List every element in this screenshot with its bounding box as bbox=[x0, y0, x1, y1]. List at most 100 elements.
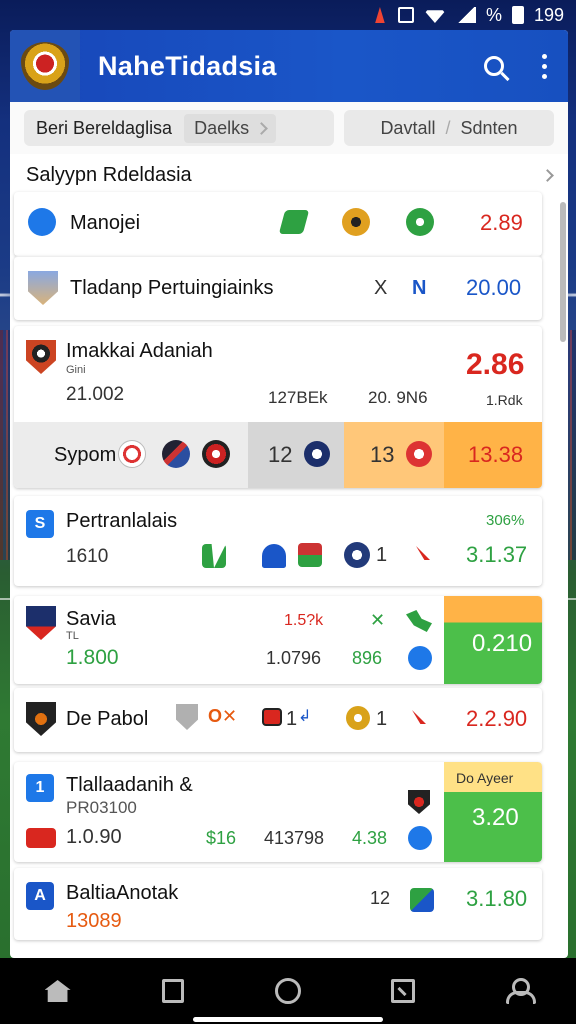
list-item[interactable]: 1 Tlallaadanih & PR03100 1.0.90 $16 4137… bbox=[14, 762, 542, 862]
team-crest-icon bbox=[28, 271, 58, 305]
filter-chip-primary[interactable]: Beri Bereldaglisa Daelks bbox=[24, 110, 334, 146]
home-button[interactable] bbox=[43, 976, 73, 1006]
match-name: Tladanp Pertuingiainks bbox=[70, 277, 274, 299]
team-badge-icon bbox=[344, 542, 370, 568]
list-item[interactable]: Imakkai Adaniah Gini 21.002 127BEk 20. 9… bbox=[14, 326, 542, 488]
match-subtitle: Gini bbox=[66, 364, 86, 376]
team-badge-icon bbox=[278, 210, 310, 234]
score: 1 bbox=[286, 708, 298, 730]
team-badge-icon: ↲ bbox=[298, 708, 312, 725]
odds-value[interactable]: 2.89 bbox=[480, 210, 523, 236]
odds-value[interactable]: 3.1.37 bbox=[466, 542, 527, 568]
match-value: 1.800 bbox=[66, 646, 119, 669]
team-badge-icon: O✕ bbox=[208, 706, 238, 726]
alarm-icon bbox=[375, 7, 385, 23]
odds-value[interactable]: 2.2.90 bbox=[466, 706, 527, 732]
section-title: Salyypn Rdeldasia bbox=[26, 163, 192, 186]
list-item[interactable]: Tladanp Pertuingiainks X N 20.00 bbox=[14, 256, 542, 320]
battery-level: 199 bbox=[533, 4, 564, 25]
share-button[interactable] bbox=[388, 976, 418, 1006]
odds-cell-value: 12 bbox=[268, 442, 293, 467]
divider: / bbox=[445, 117, 451, 138]
odds-cell-value: 13 bbox=[370, 442, 395, 467]
odds-cell-highlight[interactable]: Do Ayeer 3.20 bbox=[444, 762, 542, 862]
odds-cell[interactable]: 13 bbox=[344, 422, 444, 488]
team-badge-icon bbox=[410, 888, 434, 912]
match-name: BaltiaAnotak bbox=[66, 882, 179, 904]
team-badge-icon: A bbox=[26, 882, 54, 910]
match-name: Imakkai Adaniah bbox=[66, 340, 213, 362]
odds-strip: Sypom 12 13 13.38 bbox=[14, 422, 542, 488]
odds-value: 3.20 bbox=[472, 804, 519, 831]
match-name: Manojei bbox=[70, 212, 141, 234]
bookmark-button[interactable] bbox=[158, 976, 188, 1006]
team-crest-icon bbox=[408, 790, 430, 814]
team-crest-icon bbox=[26, 702, 56, 736]
percentage: 306% bbox=[486, 512, 525, 529]
filter-chip-a: Davtall bbox=[380, 117, 436, 138]
search-button[interactable] bbox=[474, 46, 514, 86]
profile-icon bbox=[506, 978, 537, 1004]
list-item[interactable]: S Pertranlalais 306% 1610 1 3.1.37 bbox=[14, 496, 542, 586]
team-badge-icon bbox=[406, 208, 434, 236]
filter-chip-subselect[interactable]: Daelks bbox=[184, 113, 277, 143]
score: 1 bbox=[376, 708, 388, 730]
match-value: 1.0.90 bbox=[66, 826, 122, 848]
team-badge-icon bbox=[262, 544, 286, 568]
soccer-ball-icon bbox=[28, 208, 56, 236]
team-badge-icon bbox=[202, 544, 226, 568]
home-icon bbox=[44, 980, 71, 1002]
odds-tag: Do Ayeer bbox=[456, 770, 514, 786]
nil-marker: N bbox=[412, 277, 427, 299]
stat-c: 1.Rdk bbox=[486, 392, 523, 408]
link-icon[interactable] bbox=[408, 826, 432, 850]
team-badge-icon bbox=[304, 441, 330, 467]
odds-value: 13.38 bbox=[468, 442, 524, 467]
battery-percent: % bbox=[485, 4, 502, 25]
list-item[interactable]: Manojei 2.89 bbox=[14, 192, 542, 256]
match-value: 21.002 bbox=[66, 384, 125, 405]
odds-value: 0.210 bbox=[472, 630, 533, 657]
circle-home-button[interactable] bbox=[273, 976, 303, 1006]
chevron-right-icon bbox=[255, 121, 268, 135]
more-options-button[interactable] bbox=[534, 46, 554, 86]
stat-b: 20. 9N6 bbox=[368, 388, 428, 407]
app-logo[interactable] bbox=[10, 30, 80, 102]
match-subtitle: PR03100 bbox=[66, 798, 137, 817]
odds-value[interactable]: 20.00 bbox=[466, 275, 521, 301]
list-item[interactable]: Savia TL 1.5?k ✕ 1.800 1.0796 896 0.210 bbox=[14, 596, 542, 684]
team-crest-icon bbox=[176, 704, 198, 730]
score: 1 bbox=[376, 544, 388, 566]
odds-cell-highlight[interactable]: 13.38 bbox=[444, 422, 542, 488]
team-badge-icon: 1 bbox=[26, 774, 54, 802]
team-badge-icon bbox=[406, 441, 432, 467]
filter-sub-label: Daelks bbox=[194, 117, 250, 138]
odds-value[interactable]: 3.1.80 bbox=[466, 886, 527, 912]
filter-chip-label: Beri Bereldaglisa bbox=[36, 117, 173, 138]
odds-cell-highlight[interactable]: 0.210 bbox=[444, 596, 542, 684]
odds-value[interactable]: 2.86 bbox=[466, 348, 524, 382]
filter-bar: Beri Bereldaglisa Daelks Davtall / Sdnte… bbox=[10, 102, 568, 154]
team-crest-icon bbox=[26, 606, 56, 640]
team-badge-icon bbox=[162, 440, 190, 468]
match-value: 1610 bbox=[66, 546, 109, 567]
home-indicator[interactable] bbox=[193, 1017, 383, 1022]
list-item[interactable]: A BaltiaAnotak 13089 12 3.1.80 bbox=[14, 868, 542, 940]
scrollbar[interactable] bbox=[560, 202, 566, 342]
profile-button[interactable] bbox=[503, 976, 537, 1006]
filter-chip-secondary[interactable]: Davtall / Sdnten bbox=[344, 110, 554, 146]
stat-green: $16 bbox=[206, 828, 237, 848]
status-bar: % 199 bbox=[0, 0, 576, 30]
team-badge-icon bbox=[26, 828, 56, 848]
link-icon[interactable] bbox=[408, 646, 432, 670]
share-icon bbox=[391, 979, 416, 1003]
match-name: Pertranlalais bbox=[66, 510, 178, 532]
odds-cell[interactable]: 12 bbox=[248, 422, 344, 488]
stat-a: 1.0796 bbox=[266, 648, 322, 668]
signal-icon bbox=[455, 7, 476, 23]
search-icon bbox=[484, 56, 504, 76]
stat-b: 896 bbox=[352, 648, 383, 668]
list-item[interactable]: De Pabol O✕ 1 ↲ 1 2.2.90 bbox=[14, 688, 542, 752]
dot-icon bbox=[541, 53, 547, 59]
section-header[interactable]: Salyypn Rdeldasia bbox=[10, 154, 568, 192]
